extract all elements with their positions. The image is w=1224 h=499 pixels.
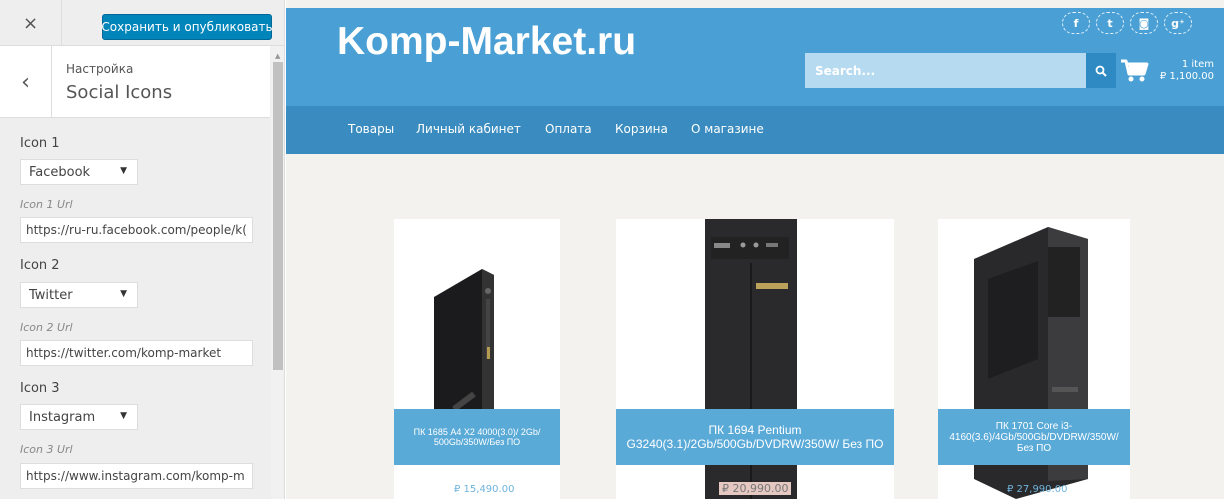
nav-item-products[interactable]: Товары xyxy=(348,122,394,136)
cart-summary[interactable]: 1 item ₽ 1,100.00 xyxy=(1152,59,1214,83)
product-price: ₽ 15,490.00 xyxy=(454,484,515,495)
product-title[interactable]: ПК 1701 Core i3-4160(3.6)/4Gb/500Gb/DVDR… xyxy=(938,409,1130,465)
cart-count: 1 item xyxy=(1181,59,1214,70)
icon-2-select[interactable]: Twitter ▼ xyxy=(20,282,138,308)
nav-item-cart[interactable]: Корзина xyxy=(615,122,668,136)
customizer-header: × Сохранить и опубликовать xyxy=(0,0,284,46)
customizer-sidebar: × Сохранить и опубликовать ‹ Настройка S… xyxy=(0,0,285,499)
search-icon xyxy=(1095,65,1107,77)
product-price: ₽ 27,990.00 xyxy=(1007,484,1068,495)
icon-2-select-value: Twitter xyxy=(29,287,73,303)
section-title: Social Icons xyxy=(66,82,173,103)
icon-2-url-input[interactable]: https://twitter.com/komp-market xyxy=(20,340,253,366)
breadcrumb: Настройка xyxy=(66,62,134,76)
dropdown-caret-icon: ▼ xyxy=(120,289,127,299)
nav-item-payment[interactable]: Оплата xyxy=(545,122,592,136)
dropdown-caret-icon: ▼ xyxy=(120,166,127,176)
cart-icon[interactable] xyxy=(1120,58,1150,84)
main-navigation: Товары Личный кабинет Оплата Корзина О м… xyxy=(286,106,1224,154)
dropdown-caret-icon: ▼ xyxy=(120,411,127,421)
search-input[interactable]: Search... xyxy=(805,53,1086,88)
icon-1-url-input[interactable]: https://ru-ru.facebook.com/people/k( xyxy=(20,217,253,243)
product-card[interactable]: ПК 1685 A4 X2 4000(3.0)/ 2Gb/ 500Gb/350W… xyxy=(394,219,560,499)
section-title-bar: ‹ Настройка Social Icons xyxy=(0,46,270,118)
icon-3-url-input[interactable]: https://www.instagram.com/komp-m xyxy=(20,463,253,489)
twitter-icon[interactable]: t xyxy=(1096,12,1124,34)
icon-1-select[interactable]: Facebook ▼ xyxy=(20,159,138,185)
close-customizer-button[interactable]: × xyxy=(0,0,62,46)
back-button[interactable]: ‹ xyxy=(0,46,52,118)
icon-2-label: Icon 2 xyxy=(20,258,60,273)
sidebar-scrollbar[interactable]: ▲ xyxy=(271,46,284,499)
product-price: ₽ 20,990.00 xyxy=(719,482,792,495)
product-title[interactable]: ПК 1694 Pentium G3240(3.1)/2Gb/500Gb/DVD… xyxy=(616,409,894,465)
icon-2-url-label: Icon 2 Url xyxy=(20,321,73,334)
site-preview: Komp-Market.ru f t ◙ g⁺ Search... 1 item… xyxy=(286,0,1224,499)
product-card[interactable]: ПК 1701 Core i3-4160(3.6)/4Gb/500Gb/DVDR… xyxy=(938,219,1130,499)
cart-total: ₽ 1,100.00 xyxy=(1159,71,1214,82)
scroll-up-icon[interactable]: ▲ xyxy=(275,52,280,60)
product-title[interactable]: ПК 1685 A4 X2 4000(3.0)/ 2Gb/ 500Gb/350W… xyxy=(394,409,560,465)
nav-item-account[interactable]: Личный кабинет xyxy=(416,122,521,136)
social-icons-controls: Icon 1 Facebook ▼ Icon 1 Url https://ru-… xyxy=(0,119,270,499)
search-button[interactable] xyxy=(1086,53,1116,88)
icon-3-label: Icon 3 xyxy=(20,381,60,396)
google-plus-icon[interactable]: g⁺ xyxy=(1164,12,1192,34)
icon-3-select[interactable]: Instagram ▼ xyxy=(20,404,138,430)
product-card[interactable]: ПК 1694 Pentium G3240(3.1)/2Gb/500Gb/DVD… xyxy=(616,219,894,499)
scroll-thumb[interactable] xyxy=(273,62,283,370)
facebook-icon[interactable]: f xyxy=(1062,12,1090,34)
site-logo[interactable]: Komp-Market.ru xyxy=(337,20,636,64)
site-header: Komp-Market.ru f t ◙ g⁺ Search... 1 item… xyxy=(286,8,1224,106)
save-publish-button[interactable]: Сохранить и опубликовать xyxy=(101,14,273,40)
instagram-icon[interactable]: ◙ xyxy=(1130,12,1158,34)
icon-1-url-label: Icon 1 Url xyxy=(20,198,73,211)
icon-1-select-value: Facebook xyxy=(29,164,91,180)
icon-3-url-label: Icon 3 Url xyxy=(20,443,73,456)
icon-1-label: Icon 1 xyxy=(20,136,60,151)
icon-3-select-value: Instagram xyxy=(29,409,96,425)
nav-item-about[interactable]: О магазине xyxy=(691,122,764,136)
